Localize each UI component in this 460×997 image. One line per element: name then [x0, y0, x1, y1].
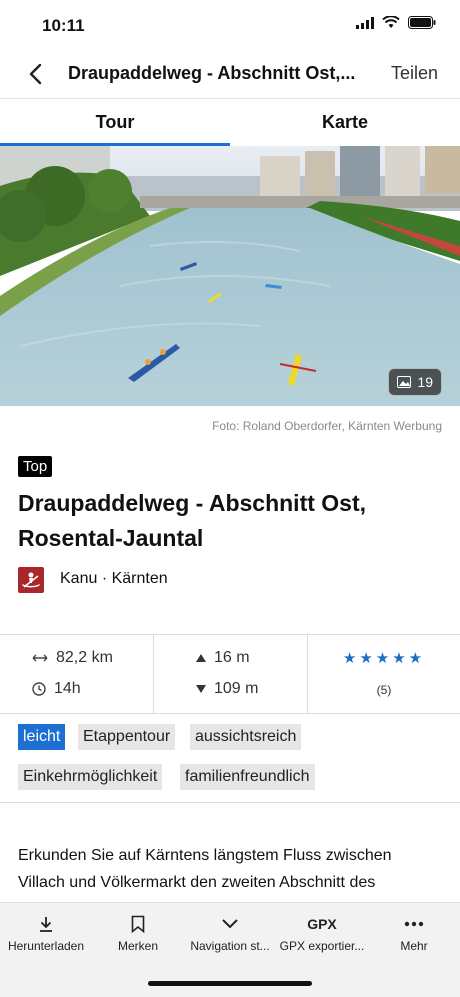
status-time: 10:11: [42, 16, 85, 35]
canoe-category-icon: [18, 567, 44, 593]
back-chevron-icon[interactable]: [24, 62, 48, 86]
stat-descent-value: 109 m: [214, 680, 259, 697]
home-indicator: [148, 981, 312, 986]
bookmark-button[interactable]: Merken: [92, 913, 184, 953]
more-button[interactable]: Mehr: [368, 913, 460, 953]
chevron-down-icon: [222, 919, 238, 929]
stats-column-rating[interactable]: ★★★★★ (5): [308, 635, 460, 713]
bookmark-label: Merken: [117, 939, 158, 953]
stats-column-distance: 82,2 km 14h: [0, 635, 154, 713]
wifi-icon: [382, 16, 400, 28]
navigation-label: Navigation st...: [190, 939, 270, 953]
image-icon: [397, 376, 412, 388]
tag-familienfreundlich: familienfreundlich: [180, 764, 315, 790]
bookmark-icon: [131, 915, 145, 933]
top-badge: Top: [18, 456, 53, 477]
stat-distance-value: 82,2 km: [56, 649, 113, 666]
stat-distance: 82,2 km: [32, 649, 113, 667]
navigation-bar: Draupaddelweg - Abschnitt Ost,... Teilen: [0, 50, 460, 98]
more-label: Mehr: [400, 939, 428, 953]
tag-leicht: leicht: [18, 724, 66, 750]
signal-icon: [356, 16, 374, 29]
category-label: Kanu · Kärnten: [60, 570, 168, 587]
rating-stars: ★★★★★: [342, 650, 426, 667]
tour-stats: 82,2 km 14h 16 m 109 m ★★★★★ (5): [0, 634, 460, 714]
navigation-button[interactable]: Navigation st...: [184, 913, 276, 953]
download-label: Herunterladen: [7, 939, 85, 953]
distance-arrows-icon: [32, 654, 48, 662]
stat-duration: 14h: [32, 680, 81, 698]
tour-title: Draupaddelweg - Abschnitt Ost, Rosental-…: [18, 490, 367, 551]
tag-einkehrmoeglichkeit: Einkehrmöglichkeit: [18, 764, 163, 790]
download-icon: [40, 917, 52, 932]
share-button[interactable]: Teilen: [391, 63, 438, 84]
status-icons: [356, 16, 436, 29]
hero-photo[interactable]: 19: [0, 146, 460, 406]
stat-ascent-value: 16 m: [214, 649, 250, 666]
status-bar: 10:11: [0, 0, 460, 50]
tag-etappentour: Etappentour: [78, 724, 176, 750]
stat-descent: 109 m: [196, 680, 258, 698]
photo-count: 19: [417, 374, 433, 390]
download-button[interactable]: Herunterladen: [0, 913, 92, 953]
stat-duration-value: 14h: [54, 680, 81, 697]
clock-icon: [32, 682, 46, 696]
gpx-icon: GPX: [307, 916, 337, 932]
triangle-up-icon: [196, 654, 206, 662]
tag-aussichtsreich: aussichtsreich: [190, 724, 302, 750]
battery-icon: [408, 16, 436, 29]
rating-count: (5): [376, 683, 392, 697]
tab-tour[interactable]: Tour: [0, 99, 230, 147]
photo-credit: Foto: Roland Oberdorfer, Kärnten Werbung: [212, 419, 442, 433]
triangle-down-icon: [196, 685, 206, 693]
gpx-export-button[interactable]: GPX GPX exportier...: [276, 913, 368, 953]
divider: [0, 802, 460, 803]
page-title: Draupaddelweg - Abschnitt Ost,...: [68, 63, 356, 83]
tab-karte[interactable]: Karte: [230, 99, 460, 147]
photo-count-badge[interactable]: 19: [388, 368, 442, 396]
gpx-label: GPX exportier...: [279, 939, 365, 953]
stats-column-elevation: 16 m 109 m: [154, 635, 308, 713]
tab-bar: Tour Karte: [0, 98, 460, 147]
river-photo-illustration: [0, 146, 460, 406]
more-dots-icon: [404, 921, 424, 927]
stat-ascent: 16 m: [196, 649, 250, 667]
